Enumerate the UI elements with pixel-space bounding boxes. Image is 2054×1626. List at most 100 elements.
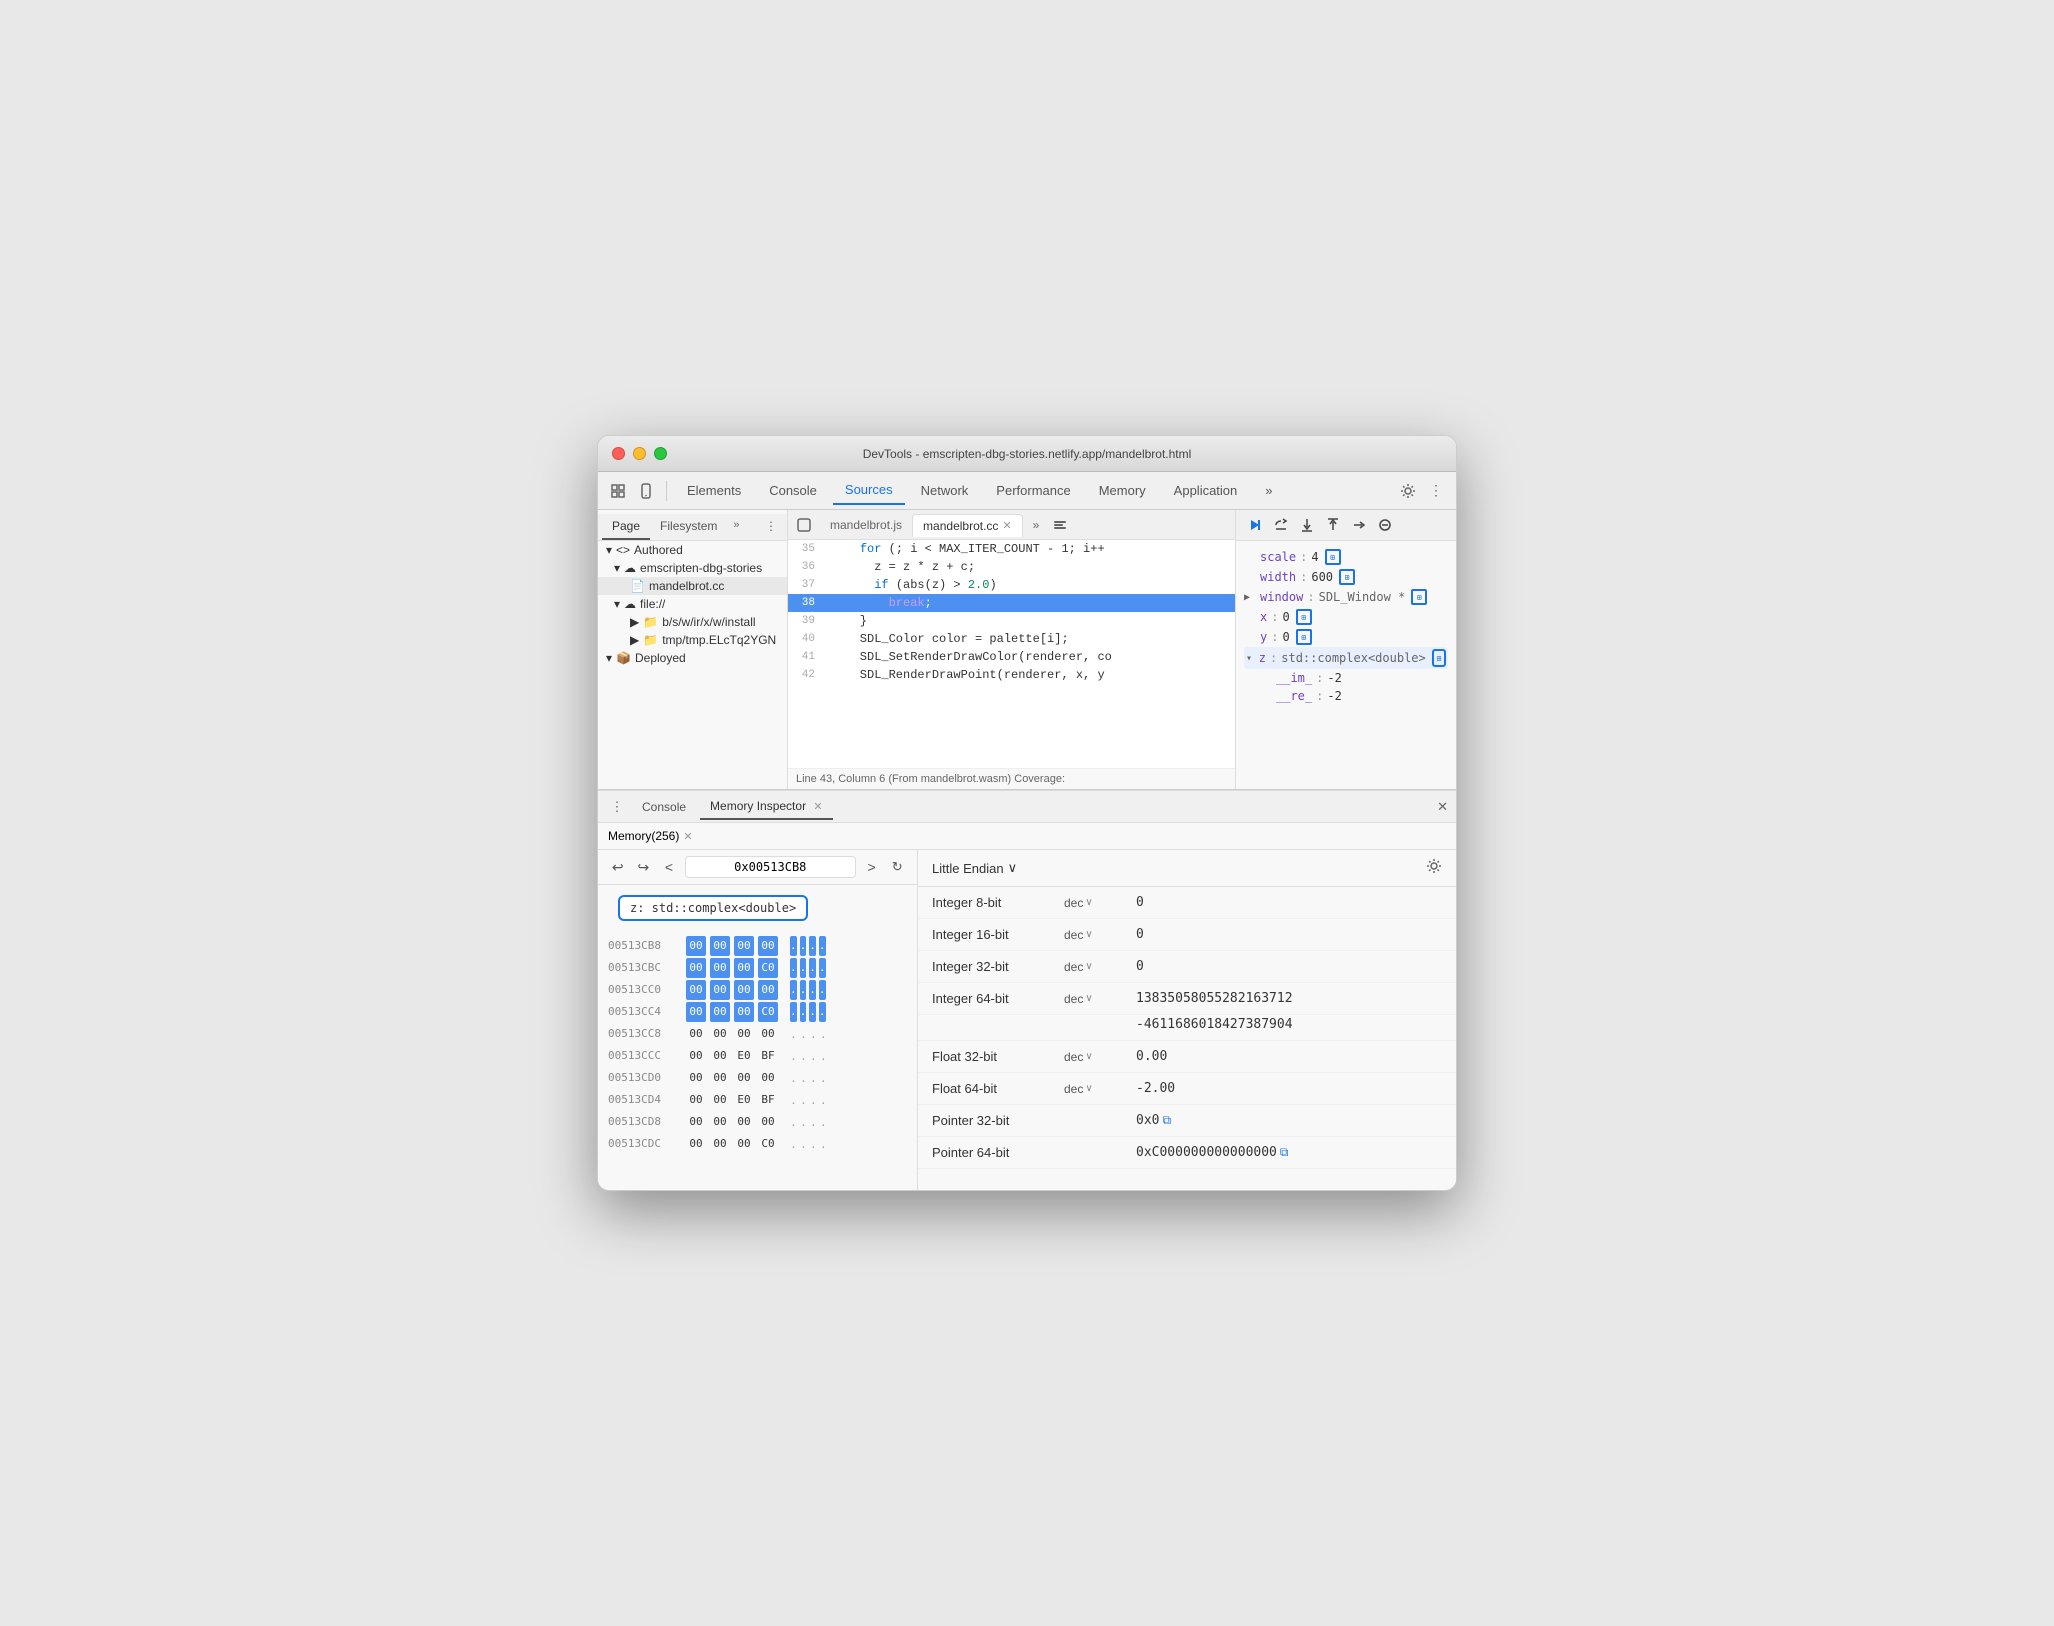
close-button[interactable]: [612, 447, 625, 460]
tab-elements[interactable]: Elements: [675, 477, 753, 504]
val-type-ptr64: Pointer 64-bit: [932, 1145, 1052, 1160]
tab-application[interactable]: Application: [1162, 477, 1250, 504]
tab-network[interactable]: Network: [909, 477, 981, 504]
settings-icon[interactable]: [1396, 479, 1420, 503]
int64-format-arrow: ∨: [1085, 993, 1092, 1004]
memory-right-panel: Little Endian ∨ Integer 8-bit: [918, 850, 1456, 1190]
mem-refresh-button[interactable]: ↻: [887, 856, 907, 878]
tab-panel-more[interactable]: »: [727, 514, 745, 540]
ptr32-link-icon[interactable]: ⧉: [1162, 1113, 1171, 1128]
file-tab-menu-icon[interactable]: ⋮: [759, 514, 783, 540]
val-type-int16: Integer 16-bit: [932, 927, 1052, 942]
var-width[interactable]: width : 600 ⊞: [1244, 567, 1448, 587]
z-icon-box[interactable]: ⊞: [1432, 649, 1446, 667]
var-scale[interactable]: scale : 4 ⊞: [1244, 547, 1448, 567]
tab-more[interactable]: »: [1253, 477, 1284, 504]
tab-console[interactable]: Console: [757, 477, 829, 504]
tab-close-icon[interactable]: ✕: [1002, 519, 1011, 532]
minimize-button[interactable]: [633, 447, 646, 460]
step-out-button[interactable]: [1322, 514, 1344, 536]
mem-forward-button[interactable]: ↪: [634, 856, 654, 878]
var-z[interactable]: ▾ z : std::complex<double> ⊞: [1244, 647, 1448, 669]
mem-back-button[interactable]: ↩: [608, 856, 628, 878]
val-row-int64b: -4611686018427387904: [918, 1015, 1456, 1041]
line-num-39: 39: [788, 612, 823, 630]
memory-256-tag: Memory(256) ✕: [608, 829, 693, 843]
val-format-int64[interactable]: dec ∨: [1064, 992, 1124, 1006]
byte-8-1: 00: [710, 1112, 730, 1132]
tree-bswir[interactable]: ▶ 📁 b/s/w/ir/x/w/install: [598, 613, 787, 631]
mem-address-input[interactable]: [685, 856, 856, 878]
var-width-val: 600: [1311, 570, 1333, 584]
ptr64-link-icon[interactable]: ⧉: [1280, 1145, 1289, 1160]
char-4-1: .: [800, 1024, 807, 1044]
more-icon[interactable]: ⋮: [1424, 479, 1448, 503]
tab-more-code[interactable]: »: [1023, 514, 1050, 536]
code-text-38: break;: [823, 594, 932, 612]
format-icon[interactable]: [1053, 518, 1067, 532]
var-re[interactable]: __re_ : -2: [1244, 687, 1448, 705]
mem-bytes-9: 00 00 00 C0: [686, 1134, 778, 1154]
resume-button[interactable]: [1244, 514, 1266, 536]
line-num-37: 37: [788, 576, 823, 594]
var-z-name: z: [1259, 651, 1266, 665]
tree-deployed[interactable]: ▾ 📦 Deployed: [598, 649, 787, 667]
mem-prev-button[interactable]: <: [659, 856, 679, 878]
scale-icon-box[interactable]: ⊞: [1325, 549, 1341, 565]
tab-filesystem[interactable]: Filesystem: [650, 514, 727, 540]
tab-sources[interactable]: Sources: [833, 476, 905, 505]
byte-1-1: 00: [710, 958, 730, 978]
tab-mandelbrot-cc[interactable]: mandelbrot.cc ✕: [912, 514, 1023, 537]
tree-file[interactable]: ▾ ☁ file://: [598, 595, 787, 613]
tab-page[interactable]: Page: [602, 514, 650, 540]
memory-inspector-close[interactable]: ✕: [813, 801, 822, 813]
tree-tmp[interactable]: ▶ 📁 tmp/tmp.ELcTq2YGN: [598, 631, 787, 649]
inspect-icon[interactable]: [606, 479, 630, 503]
tab-mandelbrot-js[interactable]: mandelbrot.js: [820, 514, 912, 536]
val-format-float64[interactable]: dec ∨: [1064, 1082, 1124, 1096]
deactivate-button[interactable]: [1374, 514, 1396, 536]
tree-mandelbrot-cc[interactable]: 📄 mandelbrot.cc: [598, 577, 787, 595]
x-icon-box[interactable]: ⊞: [1296, 609, 1312, 625]
mobile-icon[interactable]: [634, 479, 658, 503]
tree-emscripten[interactable]: ▾ ☁ emscripten-dbg-stories: [598, 559, 787, 577]
code-line-39: 39 }: [788, 612, 1235, 630]
tree-authored[interactable]: ▾ <> Authored: [598, 541, 787, 559]
deployed-icon: 📦: [616, 651, 631, 665]
val-format-float32[interactable]: dec ∨: [1064, 1050, 1124, 1064]
width-icon-box[interactable]: ⊞: [1339, 569, 1355, 585]
step-button[interactable]: [1348, 514, 1370, 536]
bottom-panel-menu[interactable]: ⋮: [606, 796, 628, 818]
var-window[interactable]: ▶ window : SDL_Window * ⊞: [1244, 587, 1448, 607]
mem-ascii-3: . . . .: [790, 1002, 826, 1022]
mandelbrot-cc-label: mandelbrot.cc: [649, 579, 724, 593]
float32-format-arrow: ∨: [1085, 1051, 1092, 1062]
step-into-button[interactable]: [1296, 514, 1318, 536]
tab-memory-inspector[interactable]: Memory Inspector ✕: [700, 794, 833, 820]
tab-console-bottom[interactable]: Console: [632, 795, 696, 819]
byte-7-1: 00: [710, 1090, 730, 1110]
var-x[interactable]: x : 0 ⊞: [1244, 607, 1448, 627]
tab-memory[interactable]: Memory: [1087, 477, 1158, 504]
var-x-name: x: [1260, 610, 1267, 624]
bottom-panel-close[interactable]: ✕: [1437, 799, 1448, 815]
mem-next-button[interactable]: >: [862, 856, 882, 878]
endian-selector[interactable]: Little Endian ∨: [932, 860, 1017, 876]
y-icon-box[interactable]: ⊞: [1296, 629, 1312, 645]
var-im[interactable]: __im_ : -2: [1244, 669, 1448, 687]
code-content[interactable]: 35 for (; i < MAX_ITER_COUNT - 1; i++ 36…: [788, 540, 1235, 768]
byte-9-3: C0: [758, 1134, 778, 1154]
tab-performance[interactable]: Performance: [984, 477, 1082, 504]
maximize-button[interactable]: [654, 447, 667, 460]
breakpoints-icon[interactable]: [792, 513, 816, 537]
char-1-3: .: [819, 958, 826, 978]
val-format-int16[interactable]: dec ∨: [1064, 928, 1124, 942]
val-format-int8[interactable]: dec ∨: [1064, 896, 1124, 910]
step-over-button[interactable]: [1270, 514, 1292, 536]
val-format-int32[interactable]: dec ∨: [1064, 960, 1124, 974]
var-y[interactable]: y : 0 ⊞: [1244, 627, 1448, 647]
val-settings-icon[interactable]: [1426, 858, 1442, 878]
char-0-1: .: [800, 936, 807, 956]
memory-256-close[interactable]: ✕: [683, 830, 692, 843]
window-icon-box[interactable]: ⊞: [1411, 589, 1427, 605]
